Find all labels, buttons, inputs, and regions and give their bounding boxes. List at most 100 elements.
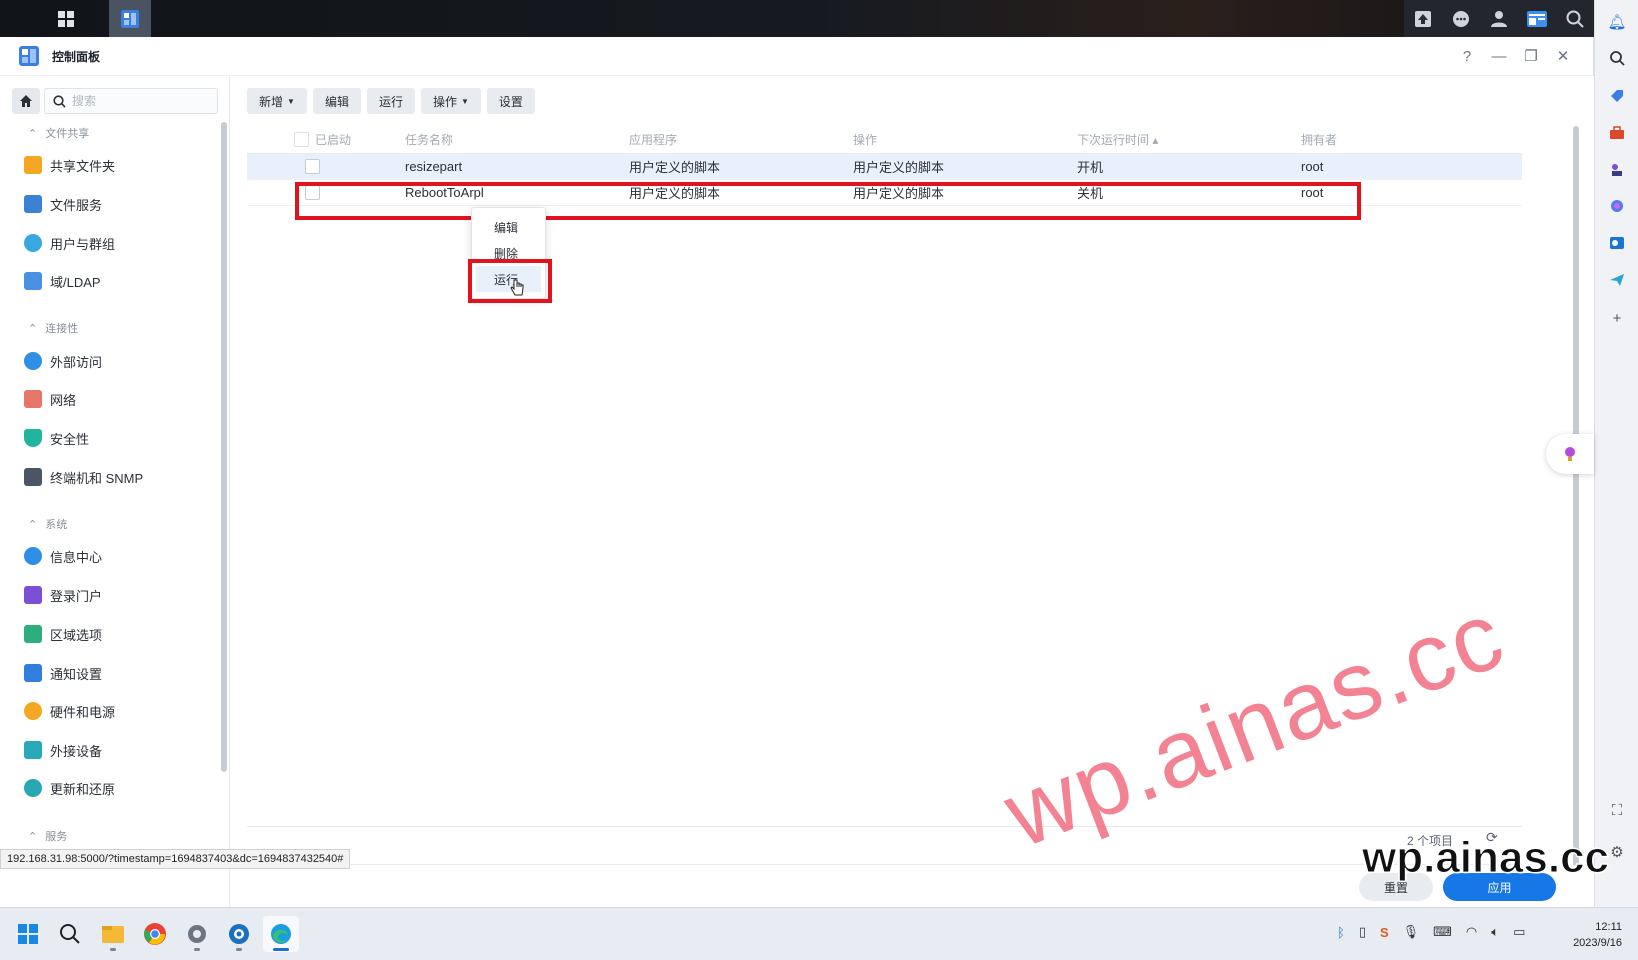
sidebar-item-terminal-snmp[interactable]: 终端机和 SNMP bbox=[24, 465, 143, 489]
chrome-button[interactable] bbox=[137, 916, 173, 952]
outlook-icon[interactable] bbox=[1607, 233, 1627, 253]
section-connectivity[interactable]: ⌃ 连接性 bbox=[28, 320, 78, 336]
folder-icon bbox=[102, 926, 124, 943]
header-enabled[interactable]: 已启动 bbox=[247, 131, 397, 148]
context-menu-edit[interactable]: 编辑 bbox=[476, 214, 541, 240]
battery-icon[interactable]: ▭ bbox=[1513, 924, 1525, 940]
send-icon[interactable] bbox=[1607, 270, 1627, 290]
header-task-name[interactable]: 任务名称 bbox=[397, 131, 621, 148]
microphone-icon[interactable]: 🎙︎ bbox=[1403, 924, 1420, 940]
select-all-checkbox[interactable] bbox=[294, 132, 309, 147]
chat-icon[interactable] bbox=[1442, 0, 1480, 37]
tag-icon[interactable] bbox=[1607, 86, 1627, 106]
shield-icon bbox=[24, 429, 42, 447]
header-action[interactable]: 操作 bbox=[845, 131, 1069, 148]
sidebar-item-info-center[interactable]: 信息中心 bbox=[24, 544, 102, 568]
apply-button[interactable]: 应用 bbox=[1443, 873, 1556, 901]
gear-icon[interactable]: ⚙ bbox=[1607, 842, 1627, 862]
row-enabled-checkbox[interactable] bbox=[305, 159, 320, 174]
edit-button[interactable]: 编辑 bbox=[312, 88, 361, 114]
sidebar-item-ldap[interactable]: 域/LDAP bbox=[24, 269, 101, 293]
taskbar-clock[interactable]: 12:11 2023/9/16 bbox=[1560, 919, 1622, 951]
external-access-icon bbox=[24, 352, 42, 370]
sidebar-item-file-services[interactable]: 文件服务 bbox=[24, 192, 102, 216]
window-titlebar[interactable]: 控制面板 bbox=[0, 37, 1593, 76]
sogou-input-icon[interactable]: S bbox=[1380, 925, 1389, 940]
minimize-button[interactable]: — bbox=[1489, 46, 1509, 66]
section-file-sharing[interactable]: ⌃ 文件共享 bbox=[28, 125, 89, 141]
control-panel-taskbar-button[interactable] bbox=[109, 0, 151, 37]
usb-icon[interactable]: ▯ bbox=[1359, 924, 1366, 940]
search-input[interactable] bbox=[72, 94, 192, 108]
restore-button[interactable]: ❐ bbox=[1521, 46, 1541, 66]
main-scrollbar[interactable] bbox=[1573, 126, 1579, 866]
table-row[interactable]: resizepart 用户定义的脚本 用户定义的脚本 开机 root bbox=[247, 154, 1522, 180]
sidebar-item-hardware-power[interactable]: 硬件和电源 bbox=[24, 699, 115, 723]
sidebar-item-security[interactable]: 安全性 bbox=[24, 426, 89, 450]
header-application[interactable]: 应用程序 bbox=[621, 131, 845, 148]
refresh-icon[interactable]: ⟳ bbox=[1486, 829, 1498, 846]
widgets-icon[interactable] bbox=[1518, 0, 1556, 37]
item-count: 2 个项目 bbox=[1407, 834, 1454, 848]
ldap-icon bbox=[24, 272, 42, 290]
screenshot-icon[interactable]: ⛶ bbox=[1607, 800, 1627, 820]
settings-app-button[interactable] bbox=[179, 916, 215, 952]
edge-button[interactable] bbox=[263, 916, 299, 952]
reset-button[interactable]: 重置 bbox=[1359, 873, 1433, 901]
ime-icon[interactable]: ⌨︎ bbox=[1433, 924, 1452, 940]
file-explorer-button[interactable] bbox=[95, 916, 131, 952]
search-field[interactable] bbox=[44, 88, 218, 114]
upload-icon[interactable] bbox=[1404, 0, 1442, 37]
home-button[interactable] bbox=[12, 88, 40, 114]
header-owner[interactable]: 拥有者 bbox=[1293, 131, 1493, 148]
edge-icon bbox=[271, 924, 291, 944]
help-button[interactable]: ? bbox=[1457, 46, 1477, 66]
floating-assistant-tab[interactable] bbox=[1546, 434, 1594, 474]
main-menu-button[interactable] bbox=[45, 0, 87, 37]
action-cell: 用户定义的脚本 bbox=[853, 160, 945, 175]
copilot-icon[interactable] bbox=[1607, 196, 1627, 216]
new-button[interactable]: 新增 ▼ bbox=[247, 88, 307, 114]
table-header: 已启动 任务名称 应用程序 操作 下次运行时间 ▴ 拥有者 bbox=[247, 126, 1522, 154]
volume-icon[interactable]: 🔈︎ bbox=[1491, 924, 1499, 940]
bluetooth-icon[interactable]: ᛒ bbox=[1337, 925, 1345, 940]
add-icon[interactable]: + bbox=[1607, 308, 1627, 328]
sidebar-item-external-devices[interactable]: 外接设备 bbox=[24, 738, 102, 762]
action-button[interactable]: 操作 ▼ bbox=[420, 88, 481, 114]
top-bar-tray bbox=[1404, 0, 1594, 37]
chevron-up-icon: ⌃ bbox=[28, 322, 38, 335]
bell-icon[interactable]: 🔔︎ bbox=[1607, 12, 1627, 32]
sidebar-item-users-groups[interactable]: 用户与群组 bbox=[24, 231, 115, 255]
close-button[interactable]: ✕ bbox=[1553, 46, 1573, 66]
start-button[interactable] bbox=[10, 916, 46, 952]
section-services[interactable]: ⌃ 服务 bbox=[28, 828, 67, 844]
search-icon[interactable] bbox=[1556, 0, 1594, 37]
sidebar-scrollbar[interactable] bbox=[221, 122, 227, 772]
footer-divider bbox=[247, 826, 1522, 827]
application-cell: 用户定义的脚本 bbox=[629, 160, 721, 175]
terminal-icon bbox=[24, 468, 42, 486]
sidebar-item-regional-options[interactable]: 区域选项 bbox=[24, 622, 102, 646]
sidebar-item-shared-folder[interactable]: 共享文件夹 bbox=[24, 153, 115, 177]
run-button[interactable]: 运行 bbox=[366, 88, 415, 114]
sidebar-item-login-portal[interactable]: 登录门户 bbox=[24, 583, 102, 607]
control-panel-window: 控制面板 ? — ❐ ✕ ⌃文件共享 共享文件夹 文件服务 用户与群组 域/LD… bbox=[0, 37, 1594, 907]
sidebar: ⌃文件共享 共享文件夹 文件服务 用户与群组 域/LDAP ⌃连接性 外部访问 … bbox=[0, 76, 230, 907]
settings-button[interactable]: 设置 bbox=[486, 88, 535, 114]
user-icon[interactable] bbox=[1480, 0, 1518, 37]
taskbar-search-button[interactable] bbox=[52, 916, 88, 952]
section-system[interactable]: ⌃ 系统 bbox=[28, 516, 67, 532]
wifi-icon[interactable]: ◠ bbox=[1466, 924, 1477, 940]
control-panel-icon bbox=[19, 46, 39, 66]
sidebar-item-network[interactable]: 网络 bbox=[24, 387, 76, 411]
chess-icon[interactable] bbox=[1607, 160, 1627, 180]
sidebar-item-notification[interactable]: 通知设置 bbox=[24, 661, 102, 685]
synology-assistant-button[interactable] bbox=[221, 916, 257, 952]
task-name-cell: resizepart bbox=[405, 159, 463, 174]
search-icon[interactable] bbox=[1607, 48, 1627, 68]
sidebar-item-update-restore[interactable]: 更新和还原 bbox=[24, 776, 115, 800]
folder-icon bbox=[24, 156, 42, 174]
sidebar-item-external-access[interactable]: 外部访问 bbox=[24, 349, 102, 373]
header-next-run[interactable]: 下次运行时间 ▴ bbox=[1069, 131, 1293, 148]
toolbox-icon[interactable] bbox=[1607, 123, 1627, 143]
